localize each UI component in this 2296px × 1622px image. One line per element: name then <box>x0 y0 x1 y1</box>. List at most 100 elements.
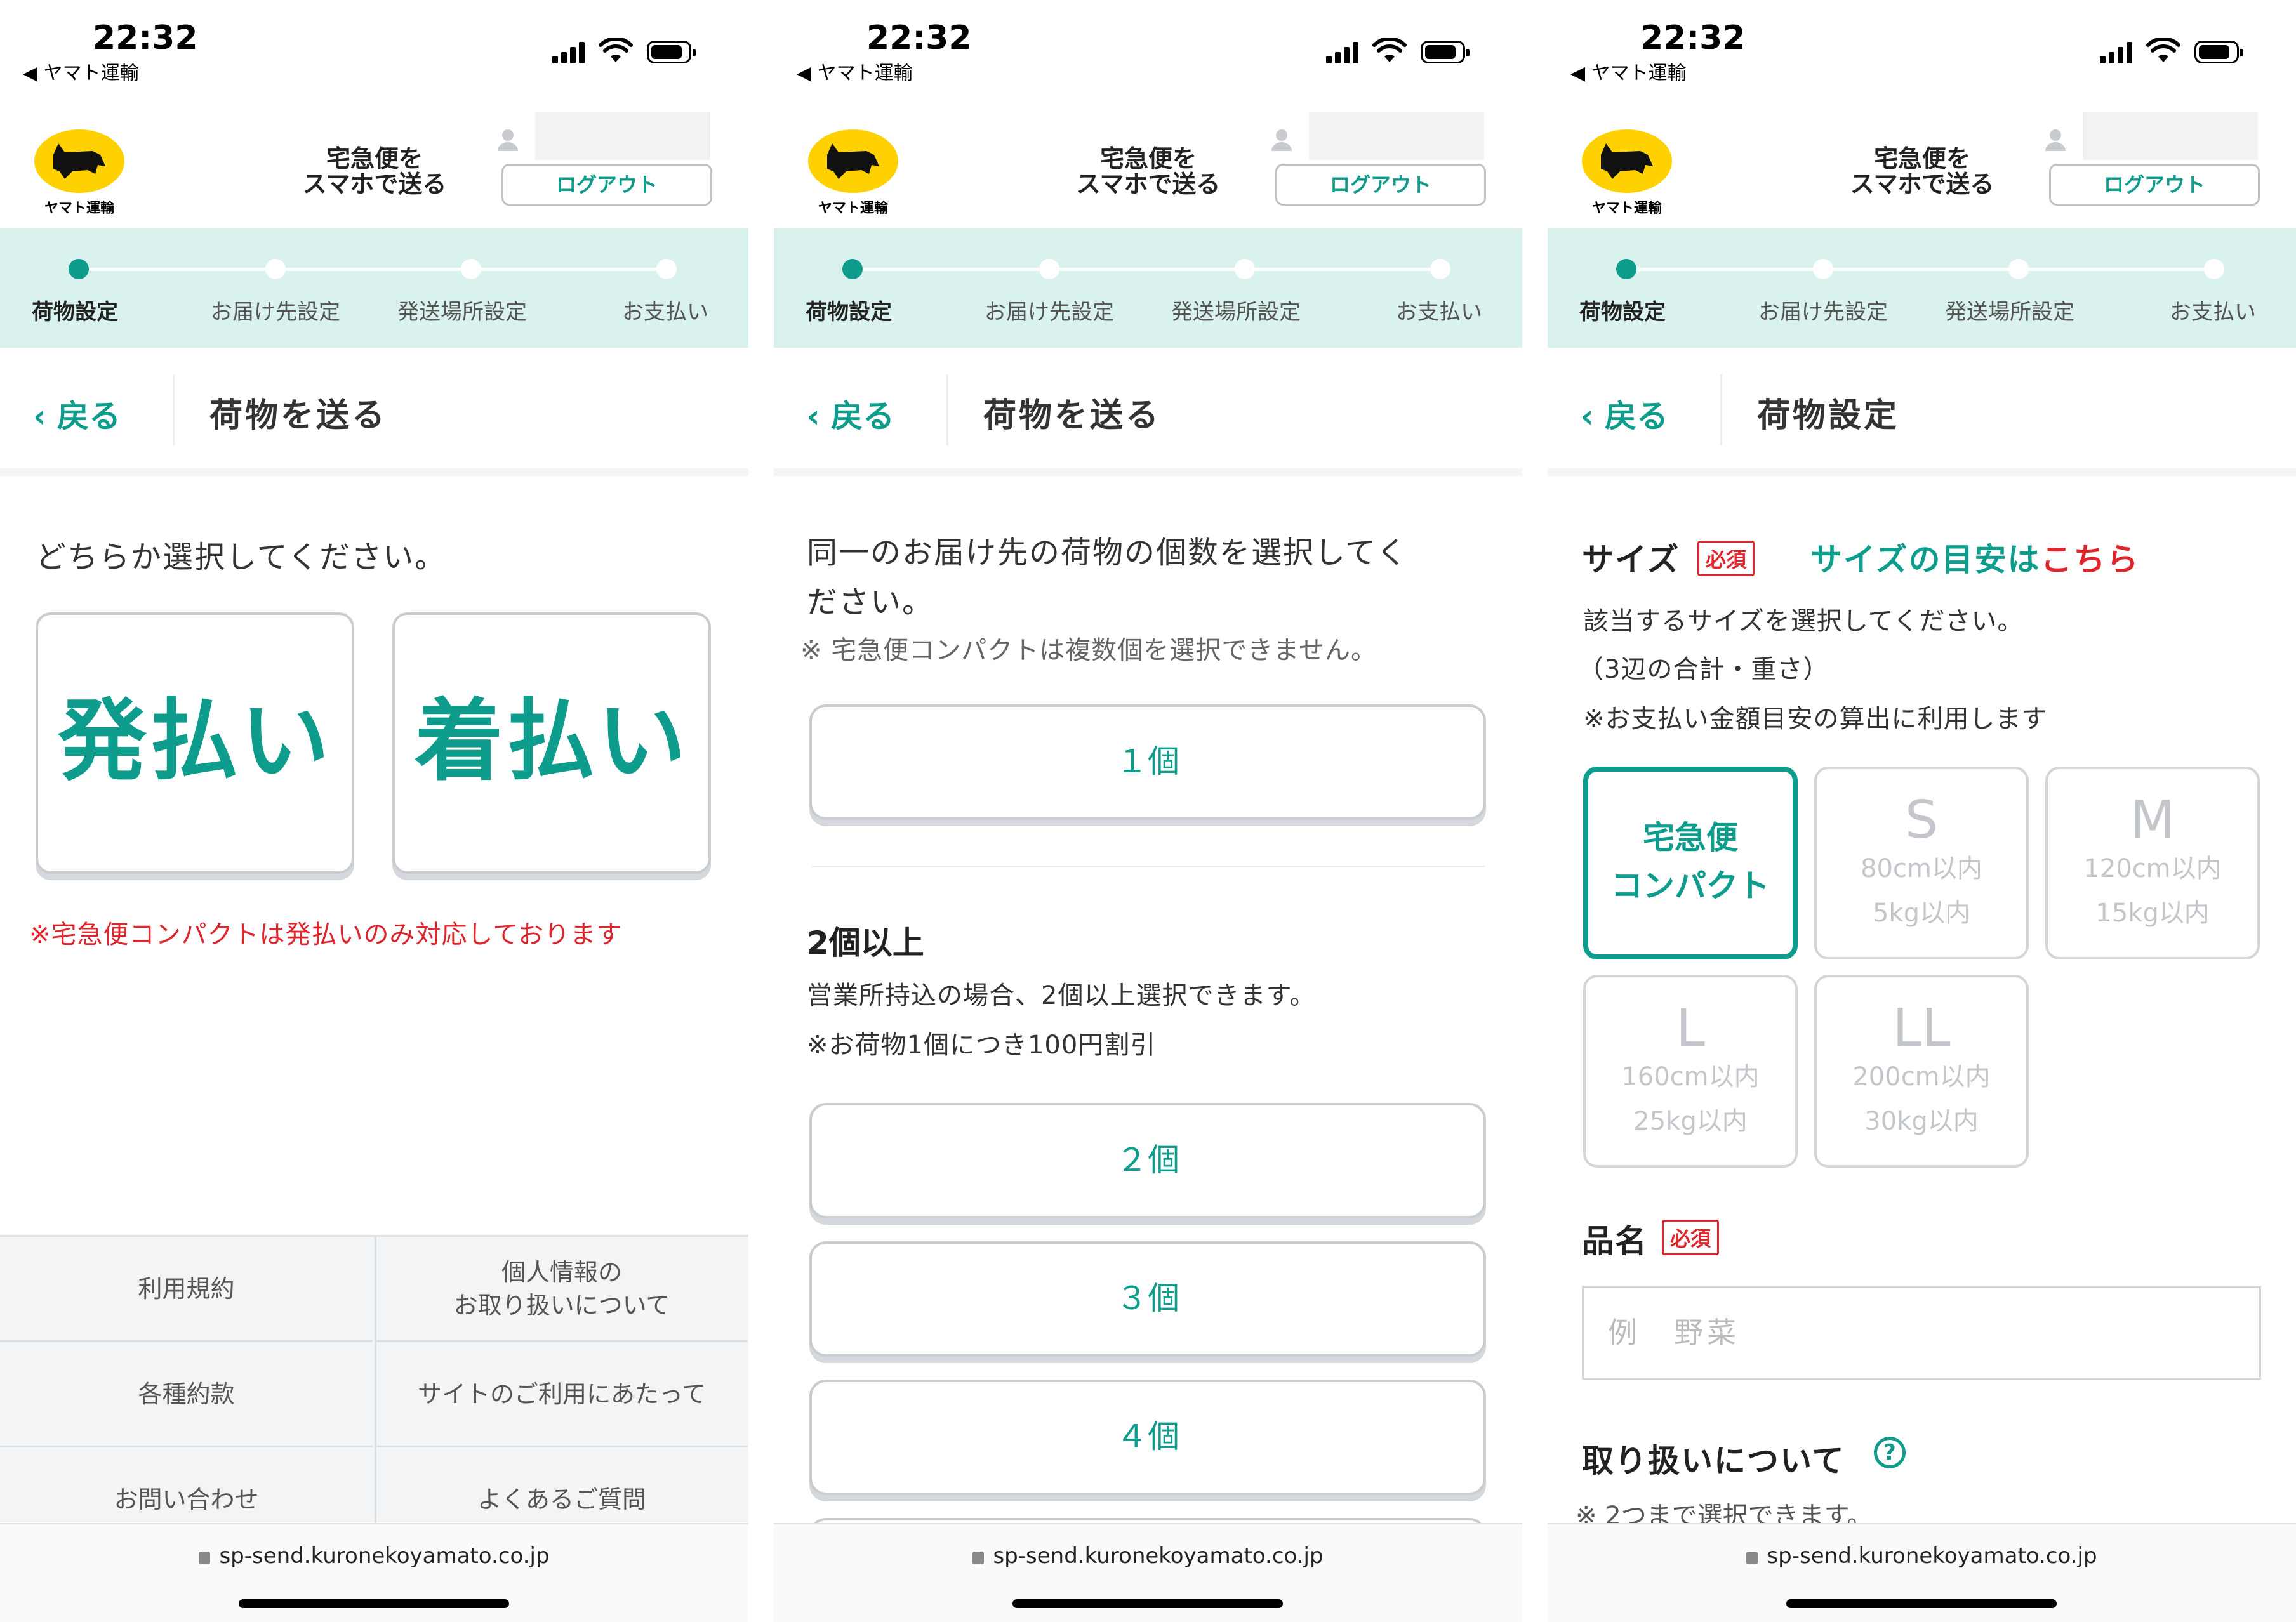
url-bar[interactable]: sp-send.kuronekoyamato.co.jp <box>774 1523 1522 1622</box>
back-button[interactable]: ‹ 戻る <box>1581 391 1668 437</box>
size-description-note: ※お支払い金額目安の算出に利用します <box>1583 704 2048 734</box>
signal-icon <box>552 41 585 63</box>
handling-heading: 取り扱いについて <box>1582 1442 1845 1479</box>
logout-button[interactable]: ログアウト <box>501 164 712 206</box>
back-button[interactable]: ‹ 戻る <box>807 391 894 437</box>
yamato-logo: ヤマト運輸 <box>32 129 127 218</box>
status-time: 22:32 <box>1640 19 1746 57</box>
step-dot-2 <box>265 259 286 279</box>
step-dot-4 <box>2204 259 2224 279</box>
status-bar: 22:32 ◀ ヤマト運輸 <box>0 0 748 95</box>
quantity-1-button[interactable]: １個 <box>809 704 1486 820</box>
back-to-app-link[interactable]: ◀ ヤマト運輸 <box>23 57 139 85</box>
title-row: ‹ 戻る 荷物設定 <box>1548 349 2296 476</box>
status-bar: 22:32 ◀ ヤマト運輸 <box>1548 0 2296 95</box>
screen-package-settings: 22:32 ◀ ヤマト運輸 ヤマト運輸 宅急便を スマホで送る ログアウト 荷物設… <box>1548 0 2296 1622</box>
multi-description: 営業所持込の場合、2個以上選択できます。 <box>807 981 1316 1010</box>
size-description: 該当するサイズを選択してください。 <box>1583 607 2024 636</box>
user-icon <box>498 129 518 151</box>
url-bar[interactable]: sp-send.kuronekoyamato.co.jp <box>0 1523 748 1622</box>
screen-quantity: 22:32 ◀ ヤマト運輸 ヤマト運輸 宅急便を スマホで送る ログアウト 荷物設… <box>774 0 1522 1622</box>
size-option-m[interactable]: M 120cm以内 15kg以内 <box>2045 767 2260 959</box>
size-option-compact[interactable]: 宅急便 コンパクト <box>1583 767 1798 959</box>
yamato-logo: ヤマト運輸 <box>806 129 901 218</box>
step-dot-2 <box>1813 259 1833 279</box>
agreements-link[interactable]: 各種約款 <box>0 1342 373 1447</box>
size-option-l[interactable]: L 160cm以内 25kg以内 <box>1583 975 1798 1168</box>
status-bar: 22:32 ◀ ヤマト運輸 <box>774 0 1522 95</box>
home-indicator[interactable] <box>1786 1599 2057 1608</box>
step-dot-2 <box>1039 259 1059 279</box>
step-dot-3 <box>1235 259 1255 279</box>
back-button[interactable]: ‹ 戻る <box>33 391 121 437</box>
size-option-s[interactable]: S 80cm以内 5kg以内 <box>1814 767 2029 959</box>
progress-stepper: 荷物設定 お届け先設定 発送場所設定 お支払い <box>0 228 748 348</box>
page-title: 荷物を送る <box>983 397 1162 435</box>
url-bar[interactable]: sp-send.kuronekoyamato.co.jp <box>1548 1523 2296 1622</box>
quantity-3-button[interactable]: ３個 <box>809 1241 1486 1357</box>
step-label-2: お届け先設定 <box>1758 300 1888 325</box>
battery-icon <box>1421 41 1470 63</box>
app-header: ヤマト運輸 宅急便を スマホで送る ログアウト <box>774 102 1522 228</box>
multi-heading: 2個以上 <box>807 925 924 961</box>
step-label-1: 荷物設定 <box>1579 300 1666 325</box>
user-icon <box>2045 129 2066 151</box>
user-name-masked <box>2083 112 2258 160</box>
step-dot-1 <box>842 259 863 279</box>
logout-button[interactable]: ログアウト <box>2049 164 2260 206</box>
cash-on-delivery-button[interactable]: 着払い <box>392 612 711 874</box>
logout-button[interactable]: ログアウト <box>1275 164 1486 206</box>
prepaid-button[interactable]: 発払い <box>36 612 354 874</box>
terms-link[interactable]: 利用規約 <box>0 1237 373 1342</box>
step-dot-4 <box>1430 259 1450 279</box>
footer-links: 利用規約 個人情報の お取り扱いについて 各種約款 サイトのご利用にあたって お問… <box>0 1235 748 1553</box>
select-prompt: どちらか選択してください。 <box>36 539 447 575</box>
step-dot-3 <box>2008 259 2029 279</box>
back-to-app-link[interactable]: ◀ ヤマト運輸 <box>797 57 913 85</box>
compact-quantity-note: ※ 宅急便コンパクトは複数個を選択できません。 <box>800 636 1377 665</box>
quantity-prompt: 同一のお届け先の荷物の個数を選択してく ださい。 <box>807 535 1409 620</box>
step-label-4: お支払い <box>622 300 708 325</box>
wifi-icon <box>2146 38 2180 62</box>
quantity-4-button[interactable]: ４個 <box>809 1380 1486 1495</box>
home-indicator[interactable] <box>1012 1599 1283 1608</box>
step-dot-1 <box>1616 259 1636 279</box>
url-text: sp-send.kuronekoyamato.co.jp <box>219 1543 550 1569</box>
service-title: 宅急便を スマホで送る <box>1850 145 1994 198</box>
status-time: 22:32 <box>93 19 198 57</box>
user-icon <box>1271 129 1292 151</box>
logo-text: ヤマト運輸 <box>1591 201 1662 216</box>
screen-payment-type: 22:32 ◀ ヤマト運輸 ヤマト運輸 宅急便を スマホで送る ログアウト 荷物設… <box>0 0 748 1622</box>
title-row: ‹ 戻る 荷物を送る <box>774 349 1522 476</box>
status-icons <box>1326 38 1470 63</box>
step-label-3: 発送場所設定 <box>397 300 527 325</box>
service-title: 宅急便を スマホで送る <box>1076 145 1221 198</box>
site-usage-link[interactable]: サイトのご利用にあたって <box>375 1342 747 1447</box>
battery-icon <box>2194 41 2243 63</box>
required-badge: 必須 <box>1662 1220 1720 1255</box>
back-to-app-link[interactable]: ◀ ヤマト運輸 <box>1570 57 1687 85</box>
home-indicator[interactable] <box>239 1599 509 1608</box>
url-text: sp-send.kuronekoyamato.co.jp <box>993 1543 1324 1569</box>
signal-icon <box>1326 41 1358 63</box>
page-title: 荷物を送る <box>209 397 388 435</box>
item-name-input[interactable]: 例 野菜 <box>1582 1286 2261 1380</box>
quantity-2-button[interactable]: ２個 <box>809 1103 1486 1218</box>
step-dot-3 <box>461 259 481 279</box>
title-row: ‹ 戻る 荷物を送る <box>0 349 748 476</box>
lock-icon <box>972 1552 985 1564</box>
wifi-icon <box>1372 38 1407 62</box>
size-heading: サイズ <box>1582 541 1680 578</box>
black-cat-icon <box>1601 143 1653 179</box>
step-label-4: お支払い <box>2170 300 2256 325</box>
help-icon[interactable]: ? <box>1874 1437 1906 1468</box>
lock-icon <box>1746 1552 1758 1564</box>
compact-note: ※宅急便コンパクトは発払いのみ対応しております <box>29 920 623 949</box>
size-guide-link[interactable]: サイズの目安はこちら <box>1810 534 2140 580</box>
status-icons <box>2100 38 2243 63</box>
app-header: ヤマト運輸 宅急便を スマホで送る ログアウト <box>1548 102 2296 228</box>
step-label-3: 発送場所設定 <box>1945 300 2074 325</box>
black-cat-icon <box>827 143 879 179</box>
privacy-link[interactable]: 個人情報の お取り扱いについて <box>375 1237 747 1342</box>
size-option-ll[interactable]: LL 200cm以内 30kg以内 <box>1814 975 2029 1168</box>
